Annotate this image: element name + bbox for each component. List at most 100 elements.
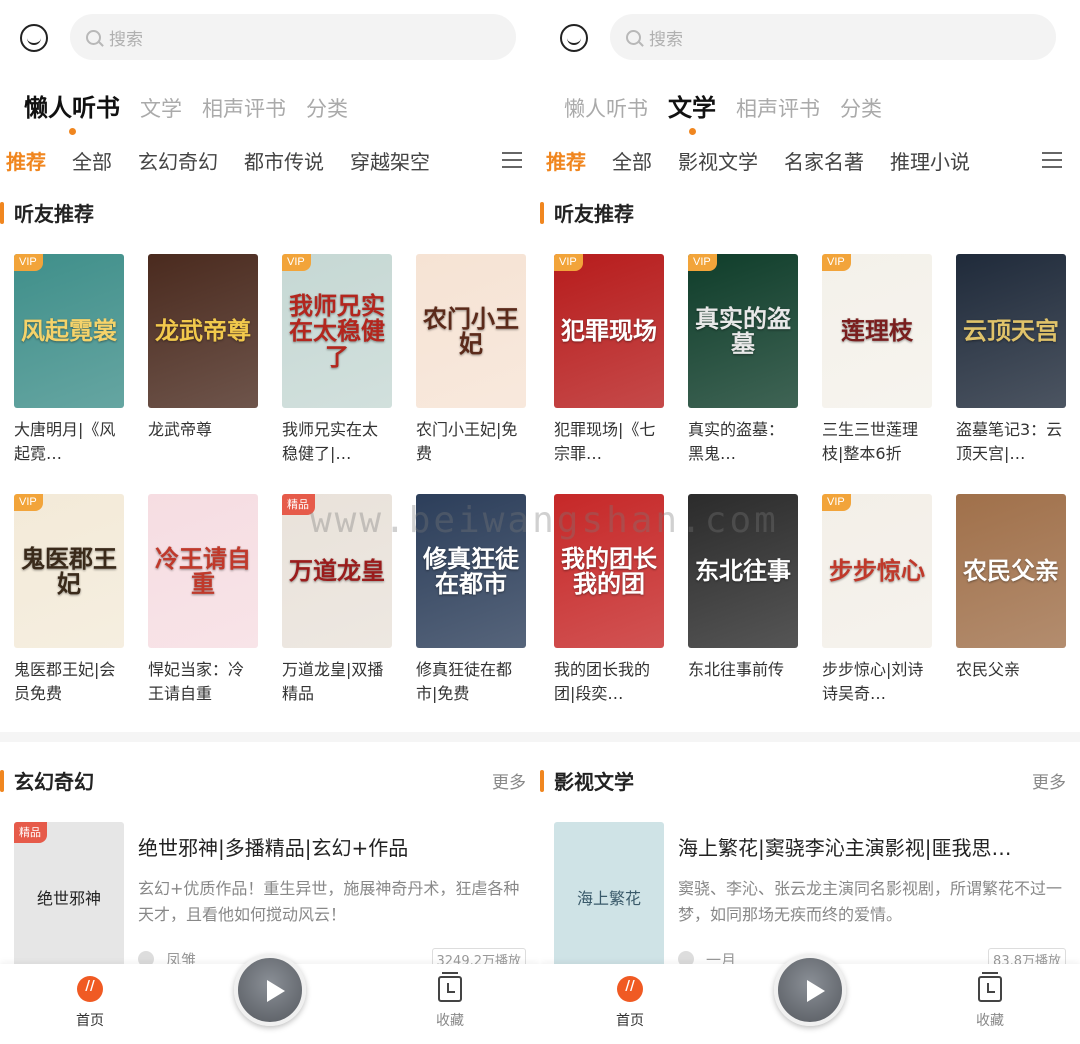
section-title-text: 影视文学	[554, 770, 634, 794]
book-cover-title: 龙武帝尊	[155, 316, 251, 346]
tab-main-2[interactable]: 相声评书	[202, 93, 286, 123]
book-card[interactable]: VIP 我师兄实在太稳健了我师兄实在太稳健了|…	[282, 254, 392, 466]
featured-cover-title: 海上繁花	[576, 889, 641, 908]
book-cover[interactable]: 冷王请自重	[148, 494, 258, 648]
book-card[interactable]: 云顶天宫盗墓笔记3：云顶天宫|…	[956, 254, 1066, 466]
book-cover[interactable]: 农门小王妃	[416, 254, 526, 408]
smiley-face-icon[interactable]	[560, 24, 588, 52]
tab-sub-1[interactable]: 全部	[612, 146, 652, 175]
menu-icon[interactable]	[502, 152, 522, 168]
featured-book[interactable]: 精品 绝世邪神 绝世邪神|多播精品|玄幻+作品 玄幻+优质作品！重生异世，施展神…	[14, 822, 526, 972]
book-card[interactable]: VIP 真实的盗墓真实的盗墓：黑鬼…	[688, 254, 798, 466]
book-cover-title: 冷王请自重	[155, 543, 251, 598]
play-button[interactable]	[234, 954, 306, 1026]
tab-sub-0[interactable]: 推荐	[6, 146, 46, 175]
book-card[interactable]: 农门小王妃农门小王妃|免费	[416, 254, 526, 466]
book-card[interactable]: VIP 莲理枝三生三世莲理枝|整本6折	[822, 254, 932, 466]
book-title[interactable]: 农门小王妃|免费	[416, 418, 526, 466]
nav-home[interactable]: 首页	[60, 976, 120, 1030]
book-cover-title: 步步惊心	[829, 556, 925, 586]
book-card[interactable]: 龙武帝尊 龙武帝尊	[148, 254, 258, 466]
book-title[interactable]: 我师兄实在太稳健了|…	[282, 418, 392, 466]
sub-tabs: 推荐 全部 玄幻奇幻 都市传说 穿越架空	[6, 146, 540, 186]
book-title[interactable]: 悍妃当家：冷王请自重	[148, 658, 258, 706]
book-badge: VIP	[822, 494, 851, 511]
section-accent-bar	[540, 201, 544, 224]
book-card[interactable]: VIP 鬼医郡王妃鬼医郡王妃|会员免费	[14, 494, 124, 706]
book-cover[interactable]: 精品 万道龙皇	[282, 494, 392, 648]
featured-book[interactable]: 海上繁花 海上繁花|窦骁李沁主演影视|匪我思… 窦骁、李沁、张云龙主演同名影视剧…	[554, 822, 1066, 972]
book-card[interactable]: 修真狂徒在都市修真狂徒在都市|免费	[416, 494, 526, 706]
nav-favorites-label: 收藏	[436, 1013, 464, 1029]
book-title[interactable]: 东北往事前传	[688, 658, 798, 706]
book-card[interactable]: 冷王请自重悍妃当家：冷王请自重	[148, 494, 258, 706]
book-cover[interactable]: VIP 莲理枝	[822, 254, 932, 408]
book-cover[interactable]: VIP 风起霓裳	[14, 254, 124, 408]
book-card[interactable]: 精品 万道龙皇万道龙皇|双播精品	[282, 494, 392, 706]
nav-favorites[interactable]: 收藏	[960, 972, 1020, 1030]
tab-sub-0[interactable]: 推荐	[546, 146, 586, 175]
tab-sub-4[interactable]: 推理小说	[890, 146, 970, 175]
tab-main-1[interactable]: 文学	[668, 88, 716, 135]
tab-main-2[interactable]: 相声评书	[736, 93, 820, 123]
section-title-text: 听友推荐	[554, 202, 634, 226]
book-title[interactable]: 三生三世莲理枝|整本6折	[822, 418, 932, 466]
book-card[interactable]: VIP 步步惊心步步惊心|刘诗诗吴奇…	[822, 494, 932, 706]
nav-favorites[interactable]: 收藏	[420, 972, 480, 1030]
tab-sub-3[interactable]: 名家名著	[784, 146, 864, 175]
tab-main-0[interactable]: 懒人听书	[564, 93, 648, 123]
book-title[interactable]: 龙武帝尊	[148, 418, 258, 466]
tab-sub-2[interactable]: 影视文学	[678, 146, 758, 175]
featured-cover[interactable]: 海上繁花	[554, 822, 664, 972]
more-link[interactable]: 更多	[1032, 768, 1066, 793]
tab-main-0[interactable]: 懒人听书	[24, 88, 120, 135]
featured-title[interactable]: 绝世邪神|多播精品|玄幻+作品	[138, 832, 526, 861]
play-button[interactable]	[774, 954, 846, 1026]
tab-sub-2[interactable]: 玄幻奇幻	[138, 146, 218, 175]
tab-sub-4[interactable]: 穿越架空	[350, 146, 430, 175]
book-cover[interactable]: 我的团长我的团	[554, 494, 664, 648]
tab-sub-3[interactable]: 都市传说	[244, 146, 324, 175]
book-card[interactable]: 东北往事东北往事前传	[688, 494, 798, 706]
book-title[interactable]: 我的团长我的团|段奕…	[554, 658, 664, 706]
section-title-text: 玄幻奇幻	[14, 770, 94, 794]
book-badge: VIP	[554, 254, 583, 271]
book-cover[interactable]: VIP 犯罪现场	[554, 254, 664, 408]
book-card[interactable]: VIP 犯罪现场犯罪现场|《七宗罪…	[554, 254, 664, 466]
book-cover[interactable]: 农民父亲	[956, 494, 1066, 648]
book-title[interactable]: 步步惊心|刘诗诗吴奇…	[822, 658, 932, 706]
search-input[interactable]: 搜索	[610, 14, 1056, 60]
featured-cover[interactable]: 精品 绝世邪神	[14, 822, 124, 972]
book-cover[interactable]: VIP 我师兄实在太稳健了	[282, 254, 392, 408]
nav-home[interactable]: 首页	[600, 976, 660, 1030]
book-card[interactable]: VIP 风起霓裳大唐明月|《风起霓…	[14, 254, 124, 466]
book-cover[interactable]: VIP 鬼医郡王妃	[14, 494, 124, 648]
nav-home-label: 首页	[76, 1013, 104, 1029]
book-title[interactable]: 农民父亲	[956, 658, 1066, 706]
book-title[interactable]: 修真狂徒在都市|免费	[416, 658, 526, 706]
tab-main-3[interactable]: 分类	[306, 93, 348, 123]
book-cover[interactable]: 修真狂徒在都市	[416, 494, 526, 648]
book-cover[interactable]: 云顶天宫	[956, 254, 1066, 408]
book-card[interactable]: 我的团长我的团我的团长我的团|段奕…	[554, 494, 664, 706]
book-title[interactable]: 鬼医郡王妃|会员免费	[14, 658, 124, 706]
smiley-face-icon[interactable]	[20, 24, 48, 52]
book-title[interactable]: 犯罪现场|《七宗罪…	[554, 418, 664, 466]
more-link[interactable]: 更多	[492, 768, 526, 793]
book-cover[interactable]: VIP 真实的盗墓	[688, 254, 798, 408]
book-title[interactable]: 盗墓笔记3：云顶天宫|…	[956, 418, 1066, 466]
menu-icon[interactable]	[1042, 152, 1062, 168]
book-title[interactable]: 万道龙皇|双播精品	[282, 658, 392, 706]
tab-sub-1[interactable]: 全部	[72, 146, 112, 175]
book-card[interactable]: 农民父亲 农民父亲	[956, 494, 1066, 706]
tab-main-1[interactable]: 文学	[140, 93, 182, 123]
search-input[interactable]: 搜索	[70, 14, 516, 60]
book-cover[interactable]: 龙武帝尊	[148, 254, 258, 408]
tab-main-3[interactable]: 分类	[840, 93, 882, 123]
book-title[interactable]: 真实的盗墓：黑鬼…	[688, 418, 798, 466]
book-title[interactable]: 大唐明月|《风起霓…	[14, 418, 124, 466]
featured-title[interactable]: 海上繁花|窦骁李沁主演影视|匪我思…	[678, 832, 1066, 861]
book-cover[interactable]: 东北往事	[688, 494, 798, 648]
book-badge: VIP	[14, 494, 43, 511]
book-cover[interactable]: VIP 步步惊心	[822, 494, 932, 648]
